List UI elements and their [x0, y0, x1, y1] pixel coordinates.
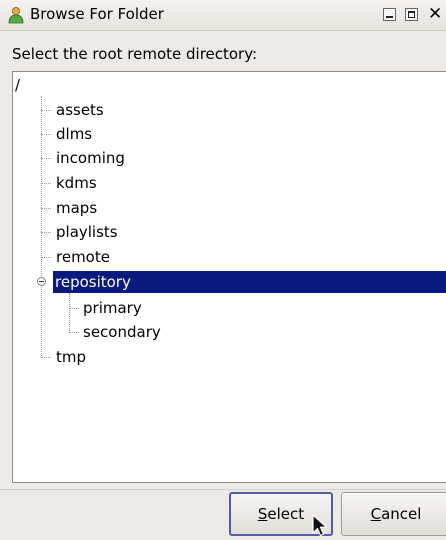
- maximize-button[interactable]: [405, 8, 418, 21]
- cancel-mnemonic: C: [370, 505, 382, 523]
- select-label: elect: [267, 505, 305, 523]
- tree-branch-line: [41, 357, 51, 358]
- tree-guide-line: [69, 293, 70, 333]
- tree-branch-line: [41, 134, 51, 135]
- folder-tree[interactable]: / assets dlms incoming kdms maps playlis…: [12, 71, 446, 483]
- tree-item-maps[interactable]: maps: [56, 197, 97, 219]
- tree-branch-line: [41, 232, 51, 233]
- tree-item-secondary[interactable]: secondary: [83, 321, 161, 343]
- tree-branch-line: [41, 110, 51, 111]
- cancel-button[interactable]: Cancel: [341, 492, 446, 536]
- tree-branch-line: [41, 158, 51, 159]
- prompt-label: Select the root remote directory:: [12, 45, 258, 63]
- cancel-label: ancel: [381, 505, 422, 523]
- collapse-circle-icon[interactable]: [37, 277, 46, 286]
- tree-item-incoming[interactable]: incoming: [56, 147, 125, 169]
- tree-guide-line: [41, 96, 42, 358]
- tree-item-repository[interactable]: repository: [53, 271, 446, 293]
- close-button[interactable]: ✕: [428, 6, 446, 23]
- mouse-pointer-icon: [312, 514, 328, 537]
- window-title: Browse For Folder: [30, 5, 164, 23]
- tree-branch-line: [41, 183, 51, 184]
- button-bar-divider: [0, 489, 446, 490]
- tree-branch-line: [69, 332, 79, 333]
- select-mnemonic: S: [257, 505, 268, 523]
- tree-item-tmp[interactable]: tmp: [56, 346, 86, 368]
- tree-branch-line: [69, 308, 79, 309]
- tree-item-assets[interactable]: assets: [56, 99, 104, 121]
- title-bar[interactable]: Browse For Folder ✕: [0, 0, 446, 31]
- tree-item-kdms[interactable]: kdms: [56, 172, 97, 194]
- user-icon: [8, 7, 24, 24]
- tree-branch-line: [41, 208, 51, 209]
- tree-root[interactable]: /: [15, 74, 20, 96]
- tree-item-remote[interactable]: remote: [56, 246, 110, 268]
- tree-branch-line: [41, 257, 51, 258]
- minimize-button[interactable]: [383, 8, 396, 21]
- tree-item-dlms[interactable]: dlms: [56, 123, 92, 145]
- tree-item-primary[interactable]: primary: [83, 297, 142, 319]
- tree-item-playlists[interactable]: playlists: [56, 221, 118, 243]
